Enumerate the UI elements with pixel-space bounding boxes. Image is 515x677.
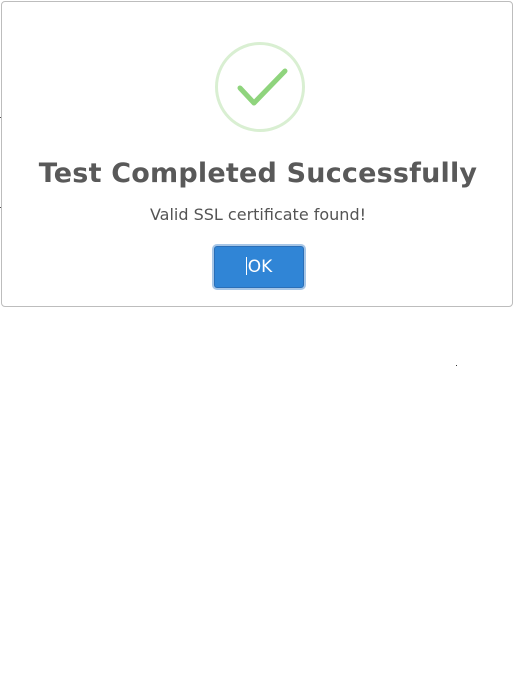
checkmark-icon bbox=[237, 68, 288, 106]
background-artifact bbox=[456, 365, 457, 366]
dialog-message: Valid SSL certificate found! bbox=[149, 205, 367, 224]
dialog-title: Test Completed Successfully bbox=[38, 158, 478, 189]
page: Test Completed Successfully Valid SSL ce… bbox=[0, 0, 515, 677]
text-caret bbox=[245, 256, 247, 275]
ok-button-label: OK bbox=[247, 257, 273, 277]
success-checkmark-icon bbox=[215, 42, 305, 132]
success-dialog: Test Completed Successfully Valid SSL ce… bbox=[1, 1, 513, 307]
ok-button[interactable]: OK bbox=[212, 244, 306, 290]
